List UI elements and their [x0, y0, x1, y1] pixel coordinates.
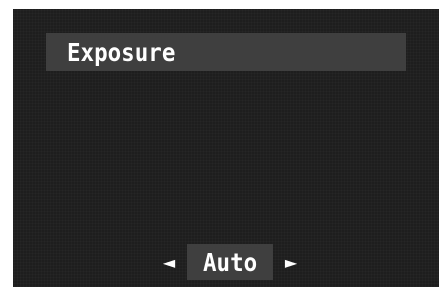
value-selector: ◄ Auto ► [159, 244, 301, 280]
menu-title: Exposure [67, 37, 176, 67]
current-value-box[interactable]: Auto [187, 244, 273, 280]
camera-menu-screen: Exposure ◄ Auto ► [13, 9, 439, 287]
current-value: Auto [202, 247, 258, 277]
menu-title-bar: Exposure [46, 33, 406, 71]
left-arrow-icon[interactable]: ◄ [159, 253, 179, 272]
right-arrow-icon[interactable]: ► [281, 253, 301, 272]
